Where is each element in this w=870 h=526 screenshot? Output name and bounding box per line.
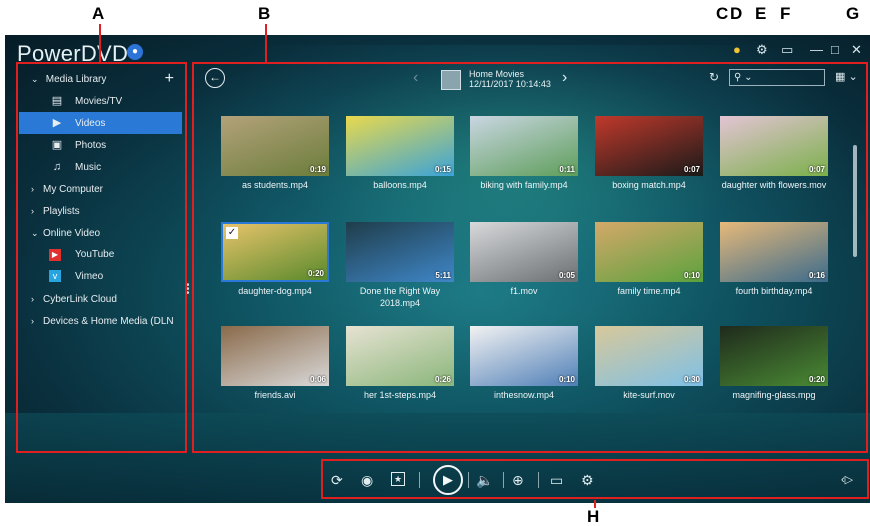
bulb-icon[interactable]: ●	[733, 43, 741, 57]
maximize-icon[interactable]: □	[831, 43, 839, 57]
leader-line-h	[594, 500, 596, 508]
close-icon[interactable]: ✕	[851, 43, 862, 57]
gear-icon[interactable]: ⚙	[756, 43, 768, 57]
callout-g: G	[846, 4, 860, 23]
callout-frame-a	[16, 62, 187, 453]
callout-d: D	[730, 4, 743, 23]
mini-player-icon[interactable]: ▭	[781, 43, 793, 57]
callout-a: A	[92, 4, 105, 23]
callout-b: B	[258, 4, 271, 23]
minimize-icon[interactable]: —	[810, 43, 823, 57]
callout-f: F	[780, 4, 791, 23]
callout-frame-h	[321, 459, 869, 499]
powerdvd-window: PowerDVD ● ● ⚙ ▭ — □ ✕ ⌄ Media Library +…	[5, 35, 870, 503]
leader-line-b	[265, 24, 267, 62]
callout-h: H	[587, 507, 600, 526]
callout-e: E	[755, 4, 767, 23]
bell-icon[interactable]: ●	[127, 44, 143, 60]
leader-line-a	[99, 24, 101, 62]
callout-c: C	[716, 4, 729, 23]
callout-frame-b	[192, 62, 868, 453]
